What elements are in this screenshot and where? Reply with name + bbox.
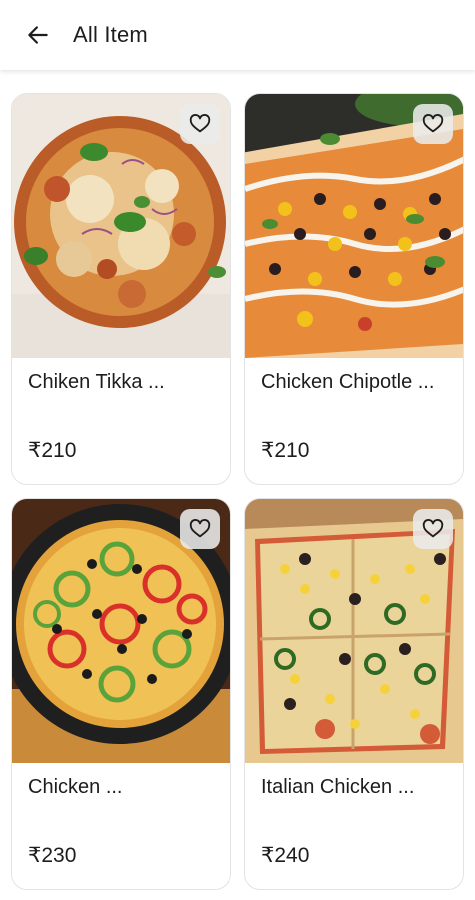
product-price: ₹210 bbox=[28, 439, 77, 462]
back-button[interactable] bbox=[13, 10, 63, 60]
product-name: Chicken Chipotle ... bbox=[261, 371, 435, 393]
product-price: ₹230 bbox=[28, 844, 77, 867]
product-name: Italian Chicken ... bbox=[261, 776, 415, 798]
product-card[interactable]: Chiken Tikka ... ₹210 bbox=[11, 93, 231, 485]
product-price: ₹240 bbox=[261, 844, 310, 867]
app-bar: All Item bbox=[0, 0, 475, 70]
product-name: Chicken ... bbox=[28, 776, 123, 798]
product-name: Chiken Tikka ... bbox=[28, 371, 165, 393]
product-card[interactable]: Italian Chicken ... ₹240 bbox=[244, 498, 464, 890]
product-grid: Chiken Tikka ... ₹210 Chicken Chipotle .… bbox=[11, 93, 464, 890]
heart-outline-icon bbox=[189, 519, 211, 538]
heart-outline-icon bbox=[422, 519, 444, 538]
heart-outline-icon bbox=[189, 114, 211, 133]
favorite-button[interactable] bbox=[413, 104, 453, 144]
page-title: All Item bbox=[73, 22, 148, 47]
product-card[interactable]: Chicken Chipotle ... ₹210 bbox=[244, 93, 464, 485]
favorite-button[interactable] bbox=[180, 104, 220, 144]
favorite-button[interactable] bbox=[180, 509, 220, 549]
product-card[interactable]: Chicken ... ₹230 bbox=[11, 498, 231, 890]
heart-outline-icon bbox=[422, 114, 444, 133]
product-price: ₹210 bbox=[261, 439, 310, 462]
favorite-button[interactable] bbox=[413, 509, 453, 549]
arrow-left-icon bbox=[28, 26, 48, 44]
